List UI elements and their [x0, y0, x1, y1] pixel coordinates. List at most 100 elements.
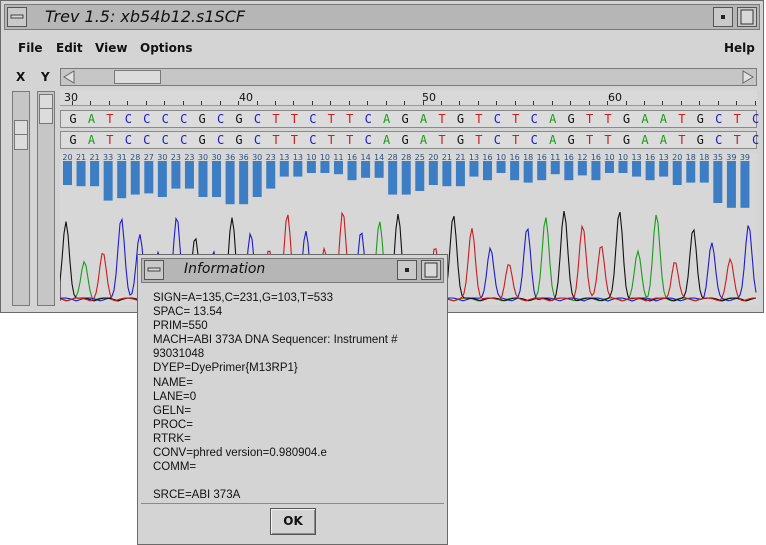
- x-zoom-slider[interactable]: [12, 91, 30, 306]
- base-letter[interactable]: C: [304, 133, 322, 147]
- base-letter[interactable]: C: [138, 112, 156, 126]
- base-letter[interactable]: G: [562, 112, 580, 126]
- base-letter[interactable]: C: [488, 133, 506, 147]
- base-letter[interactable]: G: [691, 112, 709, 126]
- menu-edit[interactable]: Edit: [56, 41, 83, 55]
- menu-view[interactable]: View: [95, 41, 127, 55]
- base-letter[interactable]: T: [322, 133, 340, 147]
- base-letter[interactable]: T: [599, 133, 617, 147]
- info-window-menu-button[interactable]: [144, 260, 164, 280]
- base-letter[interactable]: G: [562, 133, 580, 147]
- base-letter[interactable]: T: [267, 112, 285, 126]
- base-letter[interactable]: A: [544, 112, 562, 126]
- base-letter[interactable]: C: [488, 112, 506, 126]
- base-letter[interactable]: T: [285, 133, 303, 147]
- base-letter[interactable]: C: [175, 112, 193, 126]
- base-letter[interactable]: T: [433, 133, 451, 147]
- y-zoom-thumb[interactable]: [39, 94, 53, 124]
- base-letter[interactable]: C: [119, 112, 137, 126]
- base-letter[interactable]: G: [451, 112, 469, 126]
- base-letter[interactable]: T: [728, 133, 746, 147]
- base-letter[interactable]: T: [673, 133, 691, 147]
- base-letter[interactable]: G: [64, 133, 82, 147]
- base-letter[interactable]: C: [138, 133, 156, 147]
- window-menu-button[interactable]: [7, 7, 27, 27]
- base-letter[interactable]: T: [673, 112, 691, 126]
- base-letter[interactable]: A: [636, 133, 654, 147]
- base-letter[interactable]: C: [525, 112, 543, 126]
- base-letter[interactable]: G: [691, 133, 709, 147]
- base-letter[interactable]: T: [433, 112, 451, 126]
- horizontal-scroll-thumb[interactable]: [114, 70, 161, 84]
- base-letter[interactable]: G: [230, 112, 248, 126]
- base-letter[interactable]: G: [193, 112, 211, 126]
- base-letter[interactable]: C: [249, 112, 267, 126]
- base-letter[interactable]: C: [175, 133, 193, 147]
- info-maximize-button[interactable]: [421, 260, 441, 280]
- base-letter[interactable]: G: [396, 133, 414, 147]
- title-bar[interactable]: Trev 1.5: xb54b12.s1SCF: [4, 4, 760, 30]
- x-zoom-thumb[interactable]: [14, 120, 28, 150]
- base-letter[interactable]: A: [544, 133, 562, 147]
- edited-sequence-row[interactable]: GATCCCCGCGCTTCTTCAGATGTCTCAGTTGAATGCTC: [60, 131, 759, 149]
- menu-help[interactable]: Help: [724, 41, 755, 55]
- base-letter[interactable]: T: [322, 112, 340, 126]
- base-letter[interactable]: A: [636, 112, 654, 126]
- base-letter[interactable]: A: [82, 112, 100, 126]
- base-letter[interactable]: T: [599, 112, 617, 126]
- base-letter[interactable]: A: [654, 133, 672, 147]
- called-sequence-row[interactable]: GATCCCCGCGCTTCTTCAGATGTCTCAGTTGAATGCTC: [60, 110, 759, 128]
- info-title-bar[interactable]: Information: [141, 258, 444, 283]
- base-letter[interactable]: T: [581, 133, 599, 147]
- base-letter[interactable]: T: [341, 112, 359, 126]
- base-letter[interactable]: C: [747, 112, 765, 126]
- base-letter[interactable]: C: [212, 133, 230, 147]
- base-letter[interactable]: G: [193, 133, 211, 147]
- base-letter[interactable]: T: [728, 112, 746, 126]
- base-letter[interactable]: C: [710, 112, 728, 126]
- base-letter[interactable]: C: [304, 112, 322, 126]
- base-letter[interactable]: A: [654, 112, 672, 126]
- base-letter[interactable]: T: [581, 112, 599, 126]
- base-letter[interactable]: A: [82, 133, 100, 147]
- scroll-right-arrow-icon[interactable]: [741, 70, 755, 84]
- base-letter[interactable]: T: [285, 112, 303, 126]
- base-letter[interactable]: A: [378, 112, 396, 126]
- base-letter[interactable]: T: [341, 133, 359, 147]
- ok-button[interactable]: OK: [270, 508, 316, 535]
- base-letter[interactable]: C: [212, 112, 230, 126]
- menu-file[interactable]: File: [18, 41, 43, 55]
- base-letter[interactable]: C: [156, 133, 174, 147]
- base-letter[interactable]: A: [378, 133, 396, 147]
- base-letter[interactable]: G: [451, 133, 469, 147]
- base-letter[interactable]: G: [618, 133, 636, 147]
- base-letter[interactable]: G: [230, 133, 248, 147]
- base-letter[interactable]: G: [618, 112, 636, 126]
- info-minimize-button[interactable]: [397, 260, 417, 280]
- base-letter[interactable]: T: [507, 112, 525, 126]
- base-letter[interactable]: T: [507, 133, 525, 147]
- y-zoom-slider[interactable]: [37, 91, 55, 306]
- base-letter[interactable]: T: [101, 133, 119, 147]
- base-letter[interactable]: T: [267, 133, 285, 147]
- base-letter[interactable]: C: [249, 133, 267, 147]
- base-letter[interactable]: C: [359, 112, 377, 126]
- base-letter[interactable]: A: [415, 112, 433, 126]
- minimize-button[interactable]: [713, 7, 733, 27]
- maximize-button[interactable]: [737, 7, 757, 27]
- base-letter[interactable]: C: [747, 133, 765, 147]
- base-letter[interactable]: T: [470, 112, 488, 126]
- base-letter[interactable]: G: [396, 112, 414, 126]
- base-letter[interactable]: T: [101, 112, 119, 126]
- base-letter[interactable]: C: [525, 133, 543, 147]
- base-letter[interactable]: T: [470, 133, 488, 147]
- menu-options[interactable]: Options: [140, 41, 193, 55]
- base-letter[interactable]: C: [710, 133, 728, 147]
- base-letter[interactable]: C: [156, 112, 174, 126]
- horizontal-scrollbar[interactable]: [60, 68, 757, 86]
- base-letter[interactable]: C: [119, 133, 137, 147]
- base-letter[interactable]: C: [359, 133, 377, 147]
- base-letter[interactable]: A: [415, 133, 433, 147]
- scroll-left-arrow-icon[interactable]: [62, 70, 76, 84]
- base-letter[interactable]: G: [64, 112, 82, 126]
